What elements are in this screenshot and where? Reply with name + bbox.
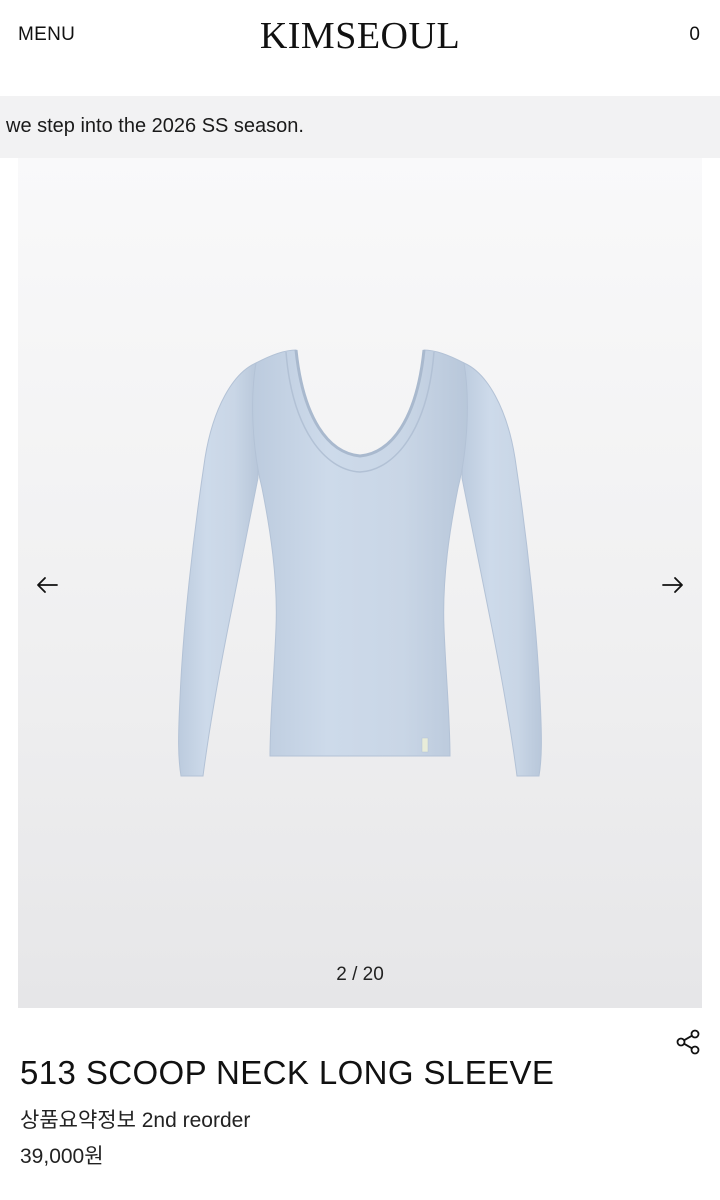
shirt-left-sleeve [178,362,259,777]
share-icon [676,1029,700,1055]
share-button[interactable] [672,1026,704,1058]
cart-count[interactable]: 0 [689,24,700,46]
announcement-text: we step into the 2026 SS season. [6,115,304,137]
announcement-bar: we step into the 2026 SS season. [0,96,720,158]
shirt-body [252,349,468,757]
brand-logo[interactable]: KIMSEOUL [0,14,720,58]
shirt-right-sleeve [461,362,542,777]
shirt-label [421,737,429,753]
arrow-left-icon [37,577,58,593]
product-price: 39,000원 [20,1145,104,1168]
image-counter: 2 / 20 [336,964,384,985]
arrow-right-icon [662,577,683,593]
product-title: 513 SCOOP NECK LONG SLEEVE [20,1054,555,1091]
next-image-button[interactable] [656,568,690,602]
site-header: MENU KIMSEOUL 0 [0,0,720,96]
product-image [178,349,542,777]
product-gallery[interactable]: 2 / 20 [18,158,702,1008]
product-summary: 상품요약정보 2nd reorder [20,1109,251,1132]
prev-image-button[interactable] [30,568,64,602]
